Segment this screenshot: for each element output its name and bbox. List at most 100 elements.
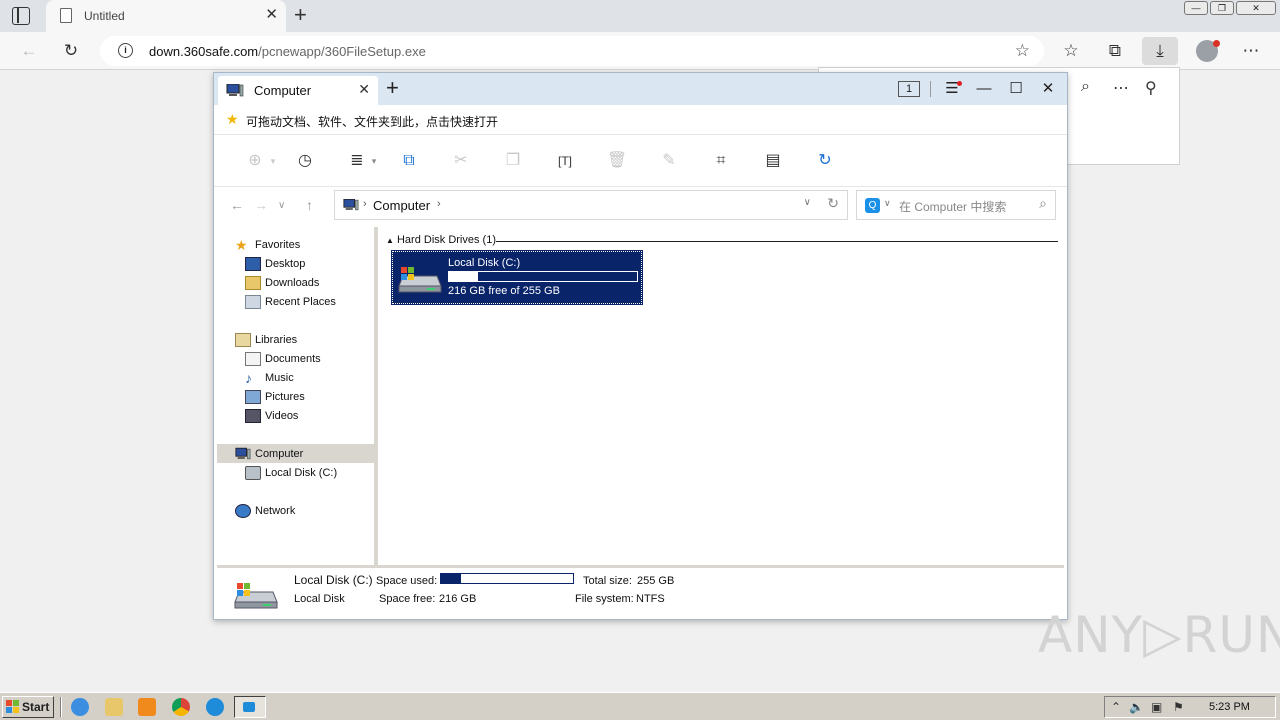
explorer-navigation-row: ← → ∨ ↑ › Computer › ∨ ↻ Q ∨ 在 Computer … <box>214 187 1067 227</box>
close-explorer-tab-icon[interactable]: ✕ <box>358 81 370 98</box>
local-disk-tile[interactable]: Local Disk (C:) 216 GB free of 255 GB <box>391 250 643 305</box>
close-window-button[interactable]: ✕ <box>1236 1 1276 15</box>
explorer-maximize-button[interactable]: ☐ <box>1006 79 1026 99</box>
collapse-icon[interactable]: ▲ <box>386 236 394 245</box>
internet-explorer-icon[interactable] <box>71 698 89 716</box>
file-system-value: NTFS <box>636 593 665 605</box>
space-used-bar <box>440 573 574 584</box>
restore-window-button[interactable]: ❐ <box>1210 1 1234 15</box>
site-info-icon[interactable]: i <box>118 43 133 58</box>
page-icon <box>60 8 72 23</box>
media-player-icon[interactable] <box>138 698 156 716</box>
add-favorite-icon[interactable]: ☆ <box>1015 41 1030 61</box>
edge-icon[interactable] <box>206 698 224 716</box>
chrome-icon[interactable] <box>172 698 190 716</box>
back-icon[interactable]: ← <box>230 197 244 213</box>
search-engine-dropdown-icon[interactable]: ∨ <box>884 198 891 209</box>
minimize-window-button[interactable]: — <box>1184 1 1208 15</box>
refresh-icon[interactable]: ↻ <box>827 195 839 212</box>
documents-icon <box>245 352 261 366</box>
favorites-icon[interactable]: ☆ <box>1060 40 1082 62</box>
browser-tab[interactable]: Untitled ✕ <box>46 0 286 32</box>
network-icon <box>235 504 251 518</box>
rename-icon[interactable]: [T] <box>554 150 576 172</box>
details-drive-name: Local Disk (C:) <box>294 573 373 587</box>
history-icon[interactable]: ◷ <box>294 150 316 172</box>
space-used-fill <box>441 574 462 583</box>
delete-icon[interactable]: 🗑 <box>606 150 628 172</box>
volume-icon[interactable]: 🔈 <box>1129 700 1144 714</box>
cut-icon[interactable]: ✂ <box>450 150 472 172</box>
archive-icon[interactable]: ▤ <box>762 150 784 172</box>
anyrun-watermark: ANY▷RUN <box>1038 606 1280 664</box>
network-status-icon[interactable]: ▣ <box>1151 700 1162 714</box>
close-tab-icon[interactable]: ✕ <box>265 7 278 23</box>
sync-icon[interactable]: ↻ <box>814 150 836 172</box>
file-system-label: File system: <box>575 593 634 605</box>
drive-usage-bar <box>448 271 638 282</box>
explorer-close-button[interactable]: ✕ <box>1038 79 1058 99</box>
search-input[interactable]: 在 Computer 中搜索 <box>899 198 1006 215</box>
start-button[interactable]: Start <box>2 696 54 718</box>
view-mode-dropdown-icon[interactable]: ▾ <box>363 150 385 172</box>
space-free-label: Space free: <box>379 593 436 605</box>
hard-drive-icon <box>398 267 442 293</box>
taskbar-divider <box>60 697 62 717</box>
file-explorer-icon[interactable] <box>105 698 123 716</box>
breadcrumb-separator-icon[interactable]: › <box>363 198 367 210</box>
pin-icon[interactable]: ⚲ <box>1145 78 1157 98</box>
navigation-pane: ★ Favorites Desktop Downloads Recent Pla… <box>217 227 374 565</box>
reload-icon[interactable]: ↻ <box>60 40 82 62</box>
search-icon[interactable]: ⌕ <box>1039 195 1047 212</box>
explorer-body: ★ Favorites Desktop Downloads Recent Pla… <box>217 227 1064 565</box>
profile-avatar[interactable] <box>1196 40 1220 62</box>
search-engine-icon[interactable]: Q <box>865 198 880 213</box>
local-disk-icon <box>245 466 261 480</box>
quick-open-banner[interactable]: ★ 可拖动文档、软件、文件夹到此，点击快速打开 <box>214 105 1067 135</box>
star-icon: ★ <box>235 237 248 253</box>
downloads-more-icon[interactable]: ⋯ <box>1113 78 1129 98</box>
show-hidden-icons-icon[interactable]: ⌃ <box>1111 700 1121 714</box>
active-explorer-task[interactable] <box>234 696 266 718</box>
search-downloads-icon[interactable]: ⌕ <box>1081 78 1090 96</box>
clock[interactable]: 5:23 PM <box>1209 701 1250 713</box>
explorer-minimize-button[interactable]: — <box>974 79 994 99</box>
add-explorer-tab-button[interactable]: + <box>386 76 399 100</box>
address-dropdown-icon[interactable]: ∨ <box>804 197 811 208</box>
collections-icon[interactable]: ⧉ <box>1104 40 1126 62</box>
breadcrumb[interactable]: › Computer › ∨ ↻ <box>334 190 848 220</box>
action-center-flag-icon[interactable]: ⚑ <box>1173 700 1184 714</box>
address-bar[interactable]: i down.360safe.com/pcnewapp/360FileSetup… <box>100 36 1044 66</box>
total-size-label: Total size: <box>583 575 632 587</box>
drive-free-space: 216 GB free of 255 GB <box>448 285 560 297</box>
explorer-tab-title: Computer <box>254 83 312 98</box>
total-size-value: 255 GB <box>637 575 675 587</box>
explorer-tab[interactable]: Computer ✕ <box>218 76 378 105</box>
new-tab-button[interactable]: + <box>294 3 307 27</box>
drive-usage-fill <box>449 272 478 281</box>
url-text[interactable]: down.360safe.com/pcnewapp/360FileSetup.e… <box>149 44 426 59</box>
search-box[interactable]: Q ∨ 在 Computer 中搜索 ⌕ <box>856 190 1056 220</box>
up-icon[interactable]: ↑ <box>306 197 313 213</box>
copy-icon[interactable]: ❐ <box>502 150 524 172</box>
recent-locations-icon[interactable]: ∨ <box>278 200 285 211</box>
back-icon[interactable]: ← <box>18 40 40 62</box>
window-count-badge[interactable]: 1 <box>898 81 920 97</box>
forward-icon[interactable]: → <box>254 197 268 213</box>
breadcrumb-separator-icon[interactable]: › <box>437 198 441 210</box>
crop-icon[interactable]: ⌗ <box>710 150 732 172</box>
properties-icon[interactable]: ✎ <box>658 150 680 172</box>
videos-icon <box>245 409 261 423</box>
group-divider <box>496 241 1058 242</box>
group-header[interactable]: ▲ Hard Disk Drives (1) <box>386 234 496 246</box>
downloads-icon[interactable]: ⤓ <box>1142 37 1178 65</box>
tab-actions-icon[interactable] <box>12 7 30 25</box>
windows-logo-icon <box>6 700 19 713</box>
libraries-icon <box>235 333 251 347</box>
breadcrumb-computer[interactable]: Computer <box>373 198 430 213</box>
new-item-dropdown-icon[interactable]: ▾ <box>262 150 284 172</box>
copy-path-icon[interactable]: ⧉ <box>398 150 420 172</box>
browser-tab-title: Untitled <box>84 9 125 23</box>
details-drive-type: Local Disk <box>294 593 345 605</box>
more-menu-icon[interactable]: ⋯ <box>1240 40 1262 62</box>
